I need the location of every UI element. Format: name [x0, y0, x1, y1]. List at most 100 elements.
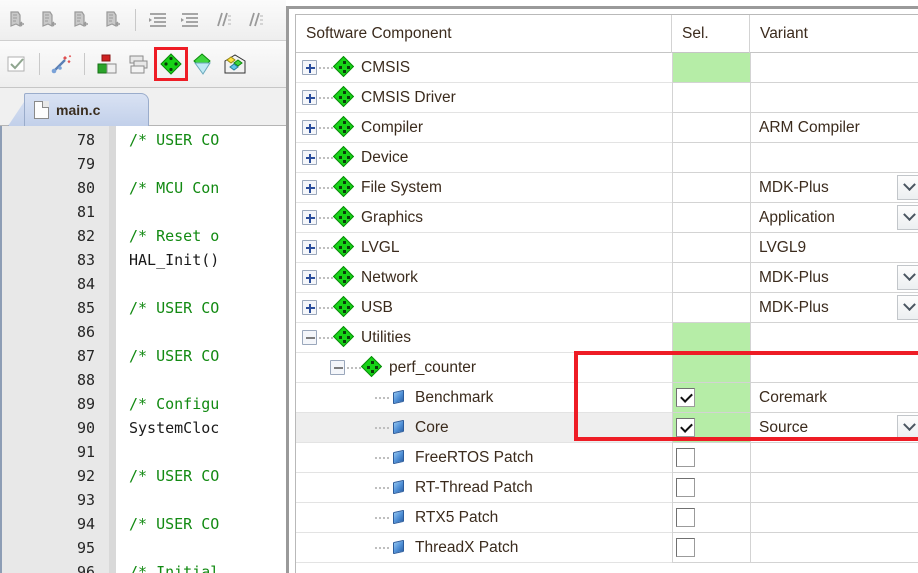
- tree-row[interactable]: Device: [296, 143, 918, 173]
- code-line[interactable]: [129, 200, 286, 224]
- tree-row[interactable]: Compiler ARM Compiler: [296, 113, 918, 143]
- component-name-cell[interactable]: Graphics: [296, 203, 672, 233]
- variant-dropdown-button[interactable]: [897, 295, 918, 320]
- sel-cell[interactable]: [672, 383, 750, 413]
- expand-icon[interactable]: [302, 270, 317, 285]
- sel-cell[interactable]: [672, 413, 750, 443]
- variant-dropdown-button[interactable]: [897, 175, 918, 200]
- code-text[interactable]: /* USER CO /* MCU Con /* Reset o HAL_Init()…: [116, 126, 286, 573]
- variant-dropdown-button[interactable]: [897, 205, 918, 230]
- code-line[interactable]: HAL_Init(): [129, 248, 286, 272]
- tree-row[interactable]: Utilities: [296, 323, 918, 353]
- code-line[interactable]: /* Configu: [129, 392, 286, 416]
- tree-row[interactable]: RTX5 Patch: [296, 503, 918, 533]
- variant-cell[interactable]: LVGL9: [750, 233, 918, 263]
- tree-row[interactable]: FreeRTOS Patch: [296, 443, 918, 473]
- code-editor[interactable]: 7879808182838485868788899091929394959697…: [0, 126, 286, 573]
- sel-cell[interactable]: [672, 443, 750, 473]
- sel-cell[interactable]: [672, 473, 750, 503]
- code-line[interactable]: /* MCU Con: [129, 176, 286, 200]
- tree-row[interactable]: CMSIS Driver: [296, 83, 918, 113]
- component-name-cell[interactable]: Network: [296, 263, 672, 293]
- component-name-cell[interactable]: RTX5 Patch: [296, 503, 672, 533]
- component-name-cell[interactable]: Core: [296, 413, 672, 443]
- code-line[interactable]: /* USER CO: [129, 512, 286, 536]
- sel-cell[interactable]: [672, 143, 750, 173]
- sel-cell[interactable]: [672, 263, 750, 293]
- tree-row[interactable]: Core Source: [296, 413, 918, 443]
- variant-cell[interactable]: [750, 503, 918, 533]
- sel-cell[interactable]: [672, 173, 750, 203]
- expand-icon[interactable]: [302, 240, 317, 255]
- variant-cell[interactable]: [750, 53, 918, 83]
- manage-project-items-icon[interactable]: [124, 49, 154, 79]
- bookmark-prev-icon[interactable]: [34, 5, 64, 35]
- sel-cell[interactable]: [672, 323, 750, 353]
- sel-cell[interactable]: [672, 233, 750, 263]
- sel-cell[interactable]: [672, 83, 750, 113]
- tree-row[interactable]: Network MDK-Plus: [296, 263, 918, 293]
- code-line[interactable]: SystemCloc: [129, 416, 286, 440]
- code-line[interactable]: /* Reset o: [129, 224, 286, 248]
- tree-row[interactable]: CMSIS: [296, 53, 918, 83]
- select-software-packs-icon[interactable]: [188, 49, 218, 79]
- variant-cell[interactable]: MDK-Plus: [750, 293, 918, 323]
- expand-icon[interactable]: [302, 210, 317, 225]
- manage-run-time-environment-icon[interactable]: [154, 47, 188, 81]
- bookmark-next-icon[interactable]: [66, 5, 96, 35]
- collapse-icon[interactable]: [330, 360, 345, 375]
- code-line[interactable]: [129, 488, 286, 512]
- variant-cell[interactable]: Coremark: [750, 383, 918, 413]
- collapse-icon[interactable]: [302, 330, 317, 345]
- expand-icon[interactable]: [302, 180, 317, 195]
- select-checkbox[interactable]: [676, 478, 695, 497]
- code-line[interactable]: /* USER CO: [129, 344, 286, 368]
- sel-cell[interactable]: [672, 503, 750, 533]
- variant-cell[interactable]: [750, 353, 918, 383]
- code-line[interactable]: [129, 536, 286, 560]
- component-name-cell[interactable]: FreeRTOS Patch: [296, 443, 672, 473]
- code-line[interactable]: [129, 272, 286, 296]
- tree-row[interactable]: USB MDK-Plus: [296, 293, 918, 323]
- column-header-software-component[interactable]: Software Component: [296, 14, 672, 53]
- tree-row[interactable]: RT-Thread Patch: [296, 473, 918, 503]
- variant-cell[interactable]: Source: [750, 413, 918, 443]
- code-line[interactable]: /* Initial: [129, 560, 286, 573]
- tree-row[interactable]: Graphics Application: [296, 203, 918, 233]
- sel-cell[interactable]: [672, 113, 750, 143]
- select-checkbox[interactable]: [676, 388, 695, 407]
- variant-cell[interactable]: MDK-Plus: [750, 173, 918, 203]
- variant-cell[interactable]: [750, 533, 918, 563]
- tree-row[interactable]: perf_counter: [296, 353, 918, 383]
- variant-cell[interactable]: [750, 83, 918, 113]
- tree-row[interactable]: ThreadX Patch: [296, 533, 918, 563]
- select-checkbox[interactable]: [676, 538, 695, 557]
- pack-installer-icon[interactable]: [220, 49, 250, 79]
- select-checkbox[interactable]: [676, 418, 695, 437]
- component-name-cell[interactable]: LVGL: [296, 233, 672, 263]
- tree-row[interactable]: LVGL LVGL9: [296, 233, 918, 263]
- variant-dropdown-button[interactable]: [897, 415, 918, 440]
- expand-icon[interactable]: [302, 60, 317, 75]
- comment-lines-icon[interactable]: [207, 5, 237, 35]
- code-line[interactable]: /* USER CO: [129, 296, 286, 320]
- select-checkbox[interactable]: [676, 448, 695, 467]
- variant-cell[interactable]: [750, 473, 918, 503]
- component-name-cell[interactable]: perf_counter: [296, 353, 672, 383]
- code-line[interactable]: /* USER CO: [129, 128, 286, 152]
- column-header-sel[interactable]: Sel.: [672, 14, 750, 53]
- variant-cell[interactable]: Application: [750, 203, 918, 233]
- component-name-cell[interactable]: CMSIS: [296, 53, 672, 83]
- sel-cell[interactable]: [672, 53, 750, 83]
- variant-dropdown-button[interactable]: [897, 265, 918, 290]
- component-name-cell[interactable]: Device: [296, 143, 672, 173]
- code-line[interactable]: /* USER CO: [129, 464, 286, 488]
- variant-cell[interactable]: ARM Compiler: [750, 113, 918, 143]
- target-options-icon[interactable]: [92, 49, 122, 79]
- component-name-cell[interactable]: Utilities: [296, 323, 672, 353]
- bookmark-clear-icon[interactable]: [98, 5, 128, 35]
- configuration-wizard-icon[interactable]: [47, 49, 77, 79]
- component-name-cell[interactable]: File System: [296, 173, 672, 203]
- indent-increase-icon[interactable]: [143, 5, 173, 35]
- column-header-variant[interactable]: Variant: [750, 15, 918, 53]
